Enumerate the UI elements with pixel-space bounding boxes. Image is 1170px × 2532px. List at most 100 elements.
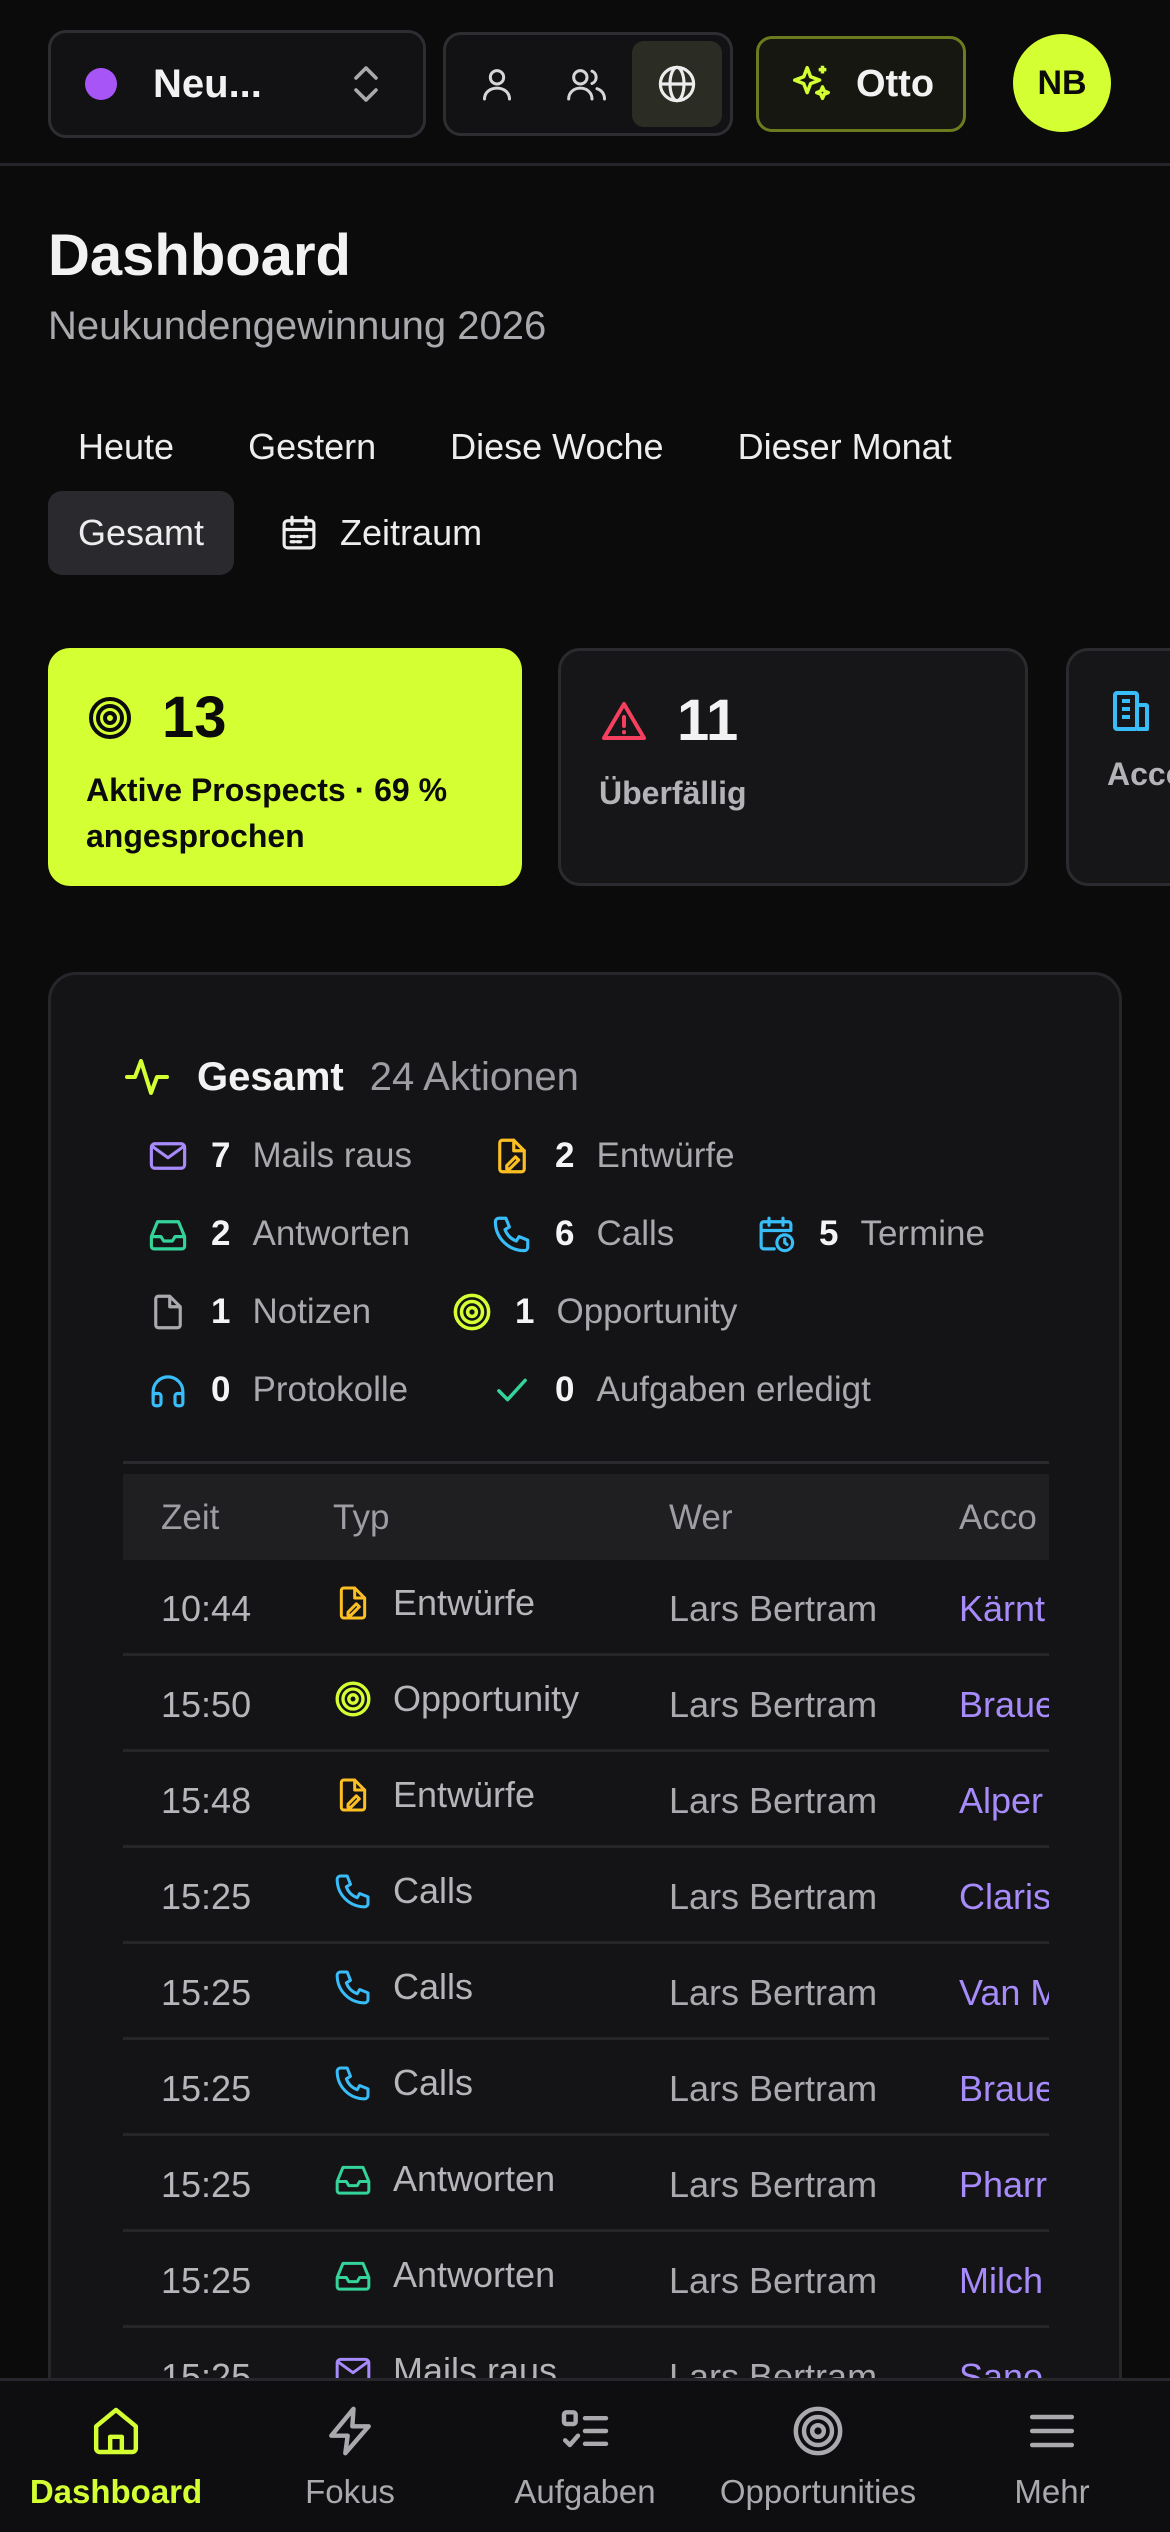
summary-title: Gesamt xyxy=(197,1054,344,1099)
otto-label: Otto xyxy=(855,62,935,105)
account-link[interactable]: Milch xyxy=(959,2260,1043,2302)
phone-icon xyxy=(333,1967,373,2007)
avatar[interactable]: NB xyxy=(1013,34,1111,132)
scope-global-button[interactable] xyxy=(632,41,722,127)
scope-person-button[interactable] xyxy=(452,41,542,127)
filter-range-label: Zeitraum xyxy=(340,512,483,553)
active-prospects-value: 13 xyxy=(162,685,227,750)
phone-icon xyxy=(491,1213,533,1255)
phone-icon xyxy=(333,2063,373,2103)
col-who[interactable]: Wer xyxy=(669,1498,733,1538)
headphones-icon xyxy=(147,1369,189,1411)
inbox-icon xyxy=(333,2255,373,2295)
table-header: Zeit Typ Wer Acco xyxy=(123,1474,1049,1560)
sparkles-icon xyxy=(788,61,834,107)
lightning-icon xyxy=(322,2403,378,2459)
account-link[interactable]: Pharr xyxy=(959,2164,1047,2206)
page-title: Dashboard xyxy=(48,223,351,288)
file-pen-icon xyxy=(491,1135,533,1177)
nav-more[interactable]: Mehr xyxy=(942,2403,1162,2511)
overdue-value: 11 xyxy=(677,688,739,753)
target-icon xyxy=(790,2403,846,2459)
page-subtitle: Neukundengewinnung 2026 xyxy=(48,304,547,348)
stat-meetings: 5 Termine xyxy=(755,1213,985,1255)
project-select[interactable]: Neu... xyxy=(48,30,426,138)
col-account[interactable]: Acco xyxy=(959,1498,1037,1538)
file-pen-icon xyxy=(333,1583,373,1623)
users-icon xyxy=(565,64,609,104)
target-icon xyxy=(86,694,134,742)
otto-assistant-button[interactable]: Otto xyxy=(756,36,966,132)
account-link[interactable]: Braue xyxy=(959,2068,1049,2110)
period-filters: Heute Gestern Diese Woche Dieser Monat xyxy=(48,405,982,489)
check-icon xyxy=(491,1369,533,1411)
activity-summary-panel: Gesamt 24 Aktionen 7 Mails raus 2 Entwür… xyxy=(48,972,1122,2532)
calendar-icon xyxy=(278,512,320,554)
filter-yesterday[interactable]: Gestern xyxy=(218,405,406,489)
period-filters-2: Gesamt Zeitraum xyxy=(48,491,512,575)
stat-tasks-done: 0 Aufgaben erledigt xyxy=(491,1369,871,1411)
account-link[interactable]: Kärnt xyxy=(959,1588,1045,1630)
project-color-dot xyxy=(85,68,117,100)
col-type[interactable]: Typ xyxy=(333,1498,389,1538)
inbox-icon xyxy=(333,2159,373,2199)
active-prospects-label: Aktive Prospects · 69 % angesprochen xyxy=(86,772,448,854)
stat-replies: 2 Antworten xyxy=(147,1213,410,1255)
card-overdue[interactable]: 11 Überfällig xyxy=(558,648,1028,886)
nav-opportunities[interactable]: Opportunities xyxy=(708,2403,928,2511)
stat-calls: 6 Calls xyxy=(491,1213,674,1255)
filter-total[interactable]: Gesamt xyxy=(48,491,235,575)
filter-this-month[interactable]: Dieser Monat xyxy=(708,405,982,489)
scope-toggle-group xyxy=(443,32,733,136)
menu-icon xyxy=(1024,2403,1080,2459)
target-icon xyxy=(333,1679,373,1719)
table-row[interactable]: 15:25 Antworten Lars Bertram Milch xyxy=(123,2232,1049,2328)
nav-focus[interactable]: Fokus xyxy=(240,2403,460,2511)
account-link[interactable]: Braue xyxy=(959,1684,1049,1726)
table-row[interactable]: 15:25 Calls Lars Bertram Claris xyxy=(123,1848,1049,1944)
card-active-prospects[interactable]: 13 Aktive Prospects · 69 % angesprochen xyxy=(48,648,522,886)
scope-team-button[interactable] xyxy=(542,41,632,127)
chevron-up-down-icon xyxy=(349,62,383,106)
nav-dashboard[interactable]: Dashboard xyxy=(6,2403,226,2511)
filter-this-week[interactable]: Diese Woche xyxy=(420,405,693,489)
account-link[interactable]: Alper xyxy=(959,1780,1043,1822)
home-icon xyxy=(88,2403,144,2459)
table-row[interactable]: 15:25 Calls Lars Bertram Braue xyxy=(123,2040,1049,2136)
project-name: Neu... xyxy=(153,61,262,106)
bottom-navigation: Dashboard Fokus Aufgaben Opportunities M… xyxy=(0,2378,1170,2532)
target-icon xyxy=(451,1291,493,1333)
card-accounts[interactable]: Acco xyxy=(1066,648,1170,886)
mail-icon xyxy=(147,1135,189,1177)
overdue-label: Überfällig xyxy=(599,775,747,811)
col-time[interactable]: Zeit xyxy=(161,1498,219,1538)
account-link[interactable]: Van M xyxy=(959,1972,1049,2014)
account-link[interactable]: Claris xyxy=(959,1876,1049,1918)
stat-notes: 1 Notizen xyxy=(147,1291,371,1333)
globe-icon xyxy=(656,63,698,105)
table-row[interactable]: 15:48 Entwürfe Lars Bertram Alper xyxy=(123,1752,1049,1848)
calendar-clock-icon xyxy=(755,1213,797,1255)
filter-range[interactable]: Zeitraum xyxy=(248,491,512,575)
activity-icon xyxy=(123,1053,171,1101)
accounts-label: Acco xyxy=(1107,756,1170,792)
stat-opportunity: 1 Opportunity xyxy=(451,1291,737,1333)
building-icon xyxy=(1107,687,1155,735)
activity-table[interactable]: Zeit Typ Wer Acco 10:44 Entwürfe Lars Be… xyxy=(123,1461,1049,2532)
stat-mails: 7 Mails raus xyxy=(147,1135,412,1177)
stat-protocols: 0 Protokolle xyxy=(147,1369,408,1411)
filter-today[interactable]: Heute xyxy=(48,405,204,489)
stat-cards-carousel[interactable]: 13 Aktive Prospects · 69 % angesprochen … xyxy=(48,648,1170,888)
table-row[interactable]: 15:25 Calls Lars Bertram Van M xyxy=(123,1944,1049,2040)
nav-tasks[interactable]: Aufgaben xyxy=(475,2403,695,2511)
user-icon xyxy=(477,64,517,104)
phone-icon xyxy=(333,1871,373,1911)
top-bar: Neu... Otto NB xyxy=(0,0,1170,166)
task-list-icon xyxy=(557,2403,613,2459)
stat-drafts: 2 Entwürfe xyxy=(491,1135,735,1177)
table-row[interactable]: 15:25 Antworten Lars Bertram Pharr xyxy=(123,2136,1049,2232)
file-icon xyxy=(147,1291,189,1333)
warning-triangle-icon xyxy=(599,697,649,745)
table-row[interactable]: 10:44 Entwürfe Lars Bertram Kärnt xyxy=(123,1560,1049,1656)
table-row[interactable]: 15:50 Opportunity Lars Bertram Braue xyxy=(123,1656,1049,1752)
